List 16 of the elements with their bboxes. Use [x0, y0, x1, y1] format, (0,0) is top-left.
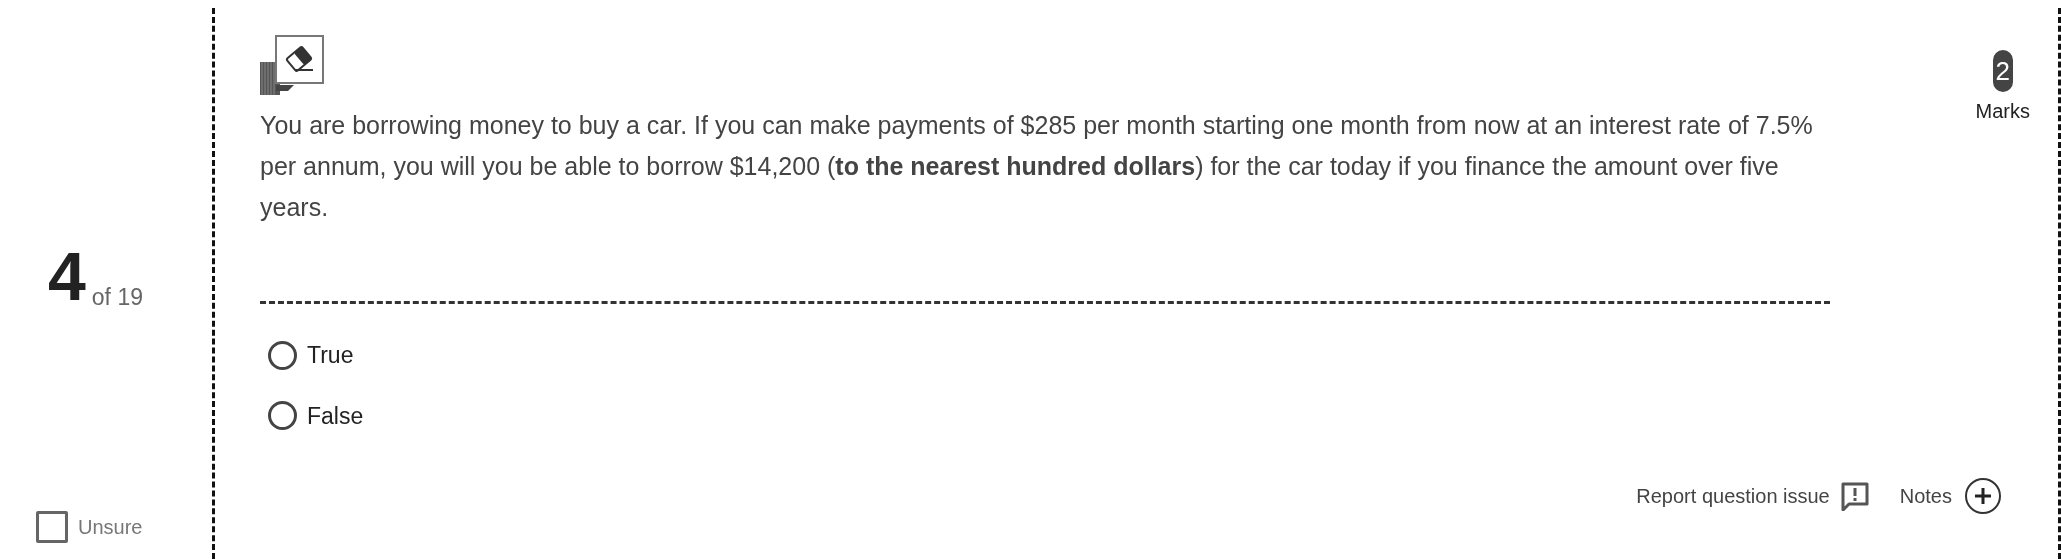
question-text: You are borrowing money to buy a car. If you can make payments of $285 per month starting one month from now at an interest rate of 7.5% per annum, you will you be able to borrow $14,200 (to the nearest hundred dollars) for the car today if you finance the amount over five years.: [260, 110, 1814, 223]
report-icon: [1839, 481, 1870, 511]
radio-button[interactable]: [268, 401, 297, 431]
option-label: False: [307, 401, 364, 431]
radio-button[interactable]: [268, 340, 297, 370]
notes-button[interactable]: Notes: [1899, 477, 2002, 515]
question-number: 4: [48, 242, 86, 310]
option-label: True: [307, 341, 354, 370]
add-icon: [1964, 477, 2002, 515]
eraser-tool-icon[interactable]: [260, 35, 324, 95]
unsure-checkbox[interactable]: [36, 511, 68, 543]
unsure-label: Unsure: [78, 515, 143, 540]
question-total: of 19: [91, 283, 143, 312]
report-issue-button[interactable]: Report question issue: [1636, 481, 1870, 511]
marks-count: 2: [1992, 50, 2013, 92]
marks-label: Marks: [1975, 99, 2030, 124]
